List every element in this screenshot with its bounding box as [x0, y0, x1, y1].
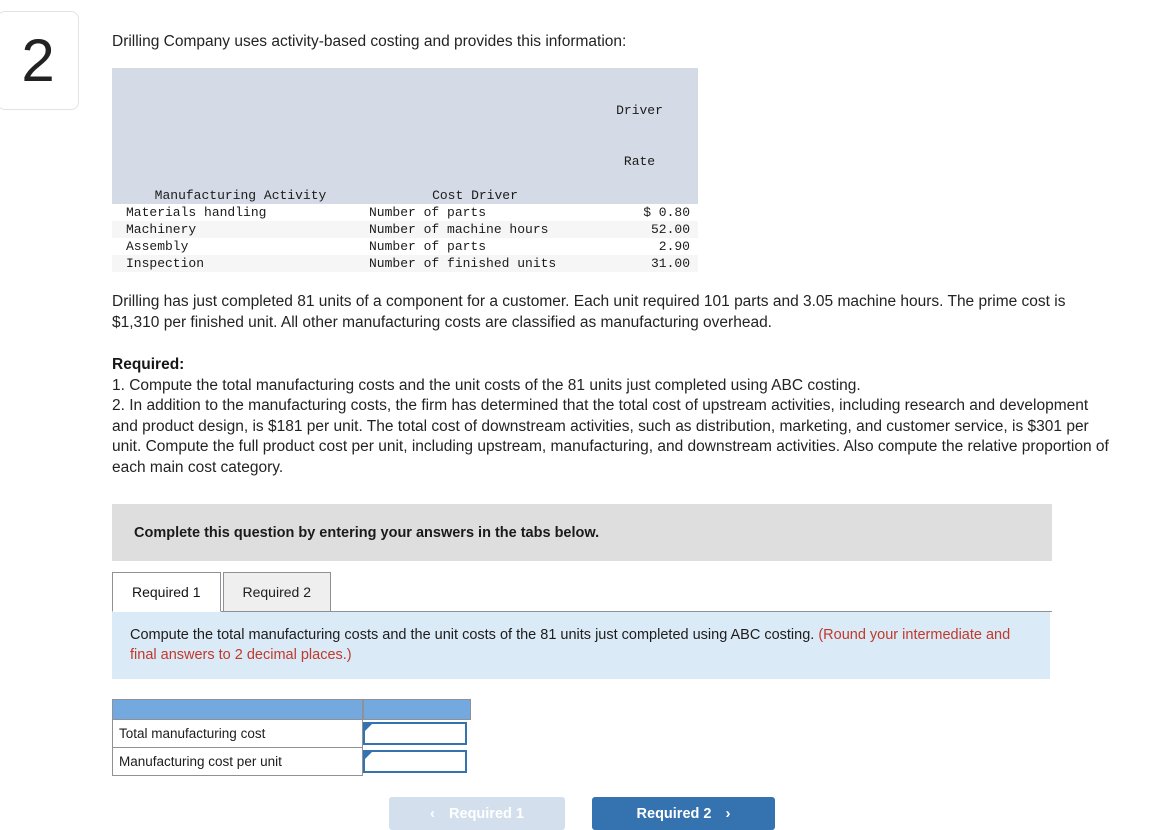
tab-required-1[interactable]: Required 1: [112, 572, 221, 612]
cell-activity: Assembly: [126, 239, 189, 254]
question-intro-text: Drilling Company uses activity-based cos…: [112, 33, 627, 50]
tab-instruction-text: Compute the total manufacturing costs an…: [130, 627, 819, 643]
driver-rate-line-1: Driver: [616, 103, 663, 118]
answer-banner-text: Complete this question by entering your …: [134, 524, 600, 541]
column-header-driver-rate: Driver Rate: [581, 68, 698, 204]
total-manufacturing-cost-input[interactable]: [363, 722, 467, 745]
answer-table-header-row: [112, 699, 471, 720]
table-row: Manufacturing cost per unit: [112, 748, 471, 776]
cell-driver-rate: 31.00: [650, 256, 690, 271]
cell-driver-rate: $ 0.80: [643, 205, 690, 220]
cell-driver-rate: 52.00: [650, 222, 690, 237]
table-header-row: Manufacturing Activity Cost Driver Drive…: [112, 68, 698, 204]
cell-activity: Machinery: [126, 222, 197, 237]
table-row: Materials handling Number of parts $ 0.8…: [112, 204, 698, 221]
tab-required-2-label: Required 2: [242, 584, 312, 600]
previous-required-1-button[interactable]: ‹ Required 1: [389, 797, 565, 830]
answer-entry-table: Total manufacturing cost Manufacturing c…: [112, 699, 471, 776]
answer-row-input-cell[interactable]: [363, 720, 471, 748]
answer-row-input-cell[interactable]: [363, 748, 471, 776]
driver-rate-line-2: Rate: [623, 154, 656, 169]
question-number: 2: [21, 26, 55, 94]
scenario-paragraph: Drilling has just completed 81 units of …: [112, 293, 1066, 331]
cell-driver-rate: 2.90: [658, 239, 690, 254]
tab-strip: Required 1 Required 2: [112, 572, 1052, 612]
answer-header-label-cell: [112, 699, 363, 720]
tab-instruction-panel: Compute the total manufacturing costs an…: [112, 612, 1050, 679]
cell-activity: Inspection: [126, 256, 205, 271]
table-row: Total manufacturing cost: [112, 720, 471, 748]
question-number-badge: 2: [0, 11, 79, 110]
next-required-2-button[interactable]: Required 2 ›: [592, 797, 775, 830]
answer-banner: Complete this question by entering your …: [112, 504, 1052, 561]
answer-row-label: Total manufacturing cost: [112, 720, 363, 748]
navigation-buttons: ‹ Required 1 Required 2 ›: [112, 797, 1052, 830]
table-row: Inspection Number of finished units 31.0…: [112, 255, 698, 272]
cell-marker-icon: [365, 724, 372, 731]
cell-cost-driver: Number of parts: [369, 205, 487, 220]
cell-cost-driver: Number of parts: [369, 239, 487, 254]
previous-button-label: Required 1: [449, 805, 524, 822]
cell-cost-driver: Number of finished units: [369, 256, 557, 271]
driver-rate-table: Manufacturing Activity Cost Driver Drive…: [112, 68, 698, 272]
column-header-activity: Manufacturing Activity: [154, 188, 327, 203]
cell-cost-driver: Number of machine hours: [369, 222, 549, 237]
chevron-right-icon: ›: [725, 805, 731, 822]
answer-header-value-cell: [363, 699, 471, 720]
cell-activity: Materials handling: [126, 205, 267, 220]
driver-rate-table-head: Manufacturing Activity Cost Driver Drive…: [112, 68, 698, 204]
tab-required-1-label: Required 1: [132, 584, 201, 600]
table-row: Machinery Number of machine hours 52.00: [112, 221, 698, 238]
required-item-2: 2. In addition to the manufacturing cost…: [112, 397, 1109, 476]
required-item-1: 1. Compute the total manufacturing costs…: [112, 376, 861, 394]
question-content: Drilling Company uses activity-based cos…: [112, 0, 1152, 830]
column-header-cost-driver: Cost Driver: [432, 188, 518, 203]
manufacturing-cost-per-unit-input[interactable]: [363, 750, 467, 773]
required-heading: Required:: [112, 356, 185, 373]
next-button-label: Required 2: [636, 805, 712, 822]
answer-row-label: Manufacturing cost per unit: [112, 748, 363, 776]
cell-marker-icon: [365, 752, 372, 759]
tab-required-2[interactable]: Required 2: [222, 572, 331, 612]
chevron-left-icon: ‹: [430, 805, 436, 822]
table-row: Assembly Number of parts 2.90: [112, 238, 698, 255]
driver-rate-table-body: Materials handling Number of parts $ 0.8…: [112, 204, 698, 272]
answer-entry-table-body: Total manufacturing cost Manufacturing c…: [112, 699, 471, 776]
